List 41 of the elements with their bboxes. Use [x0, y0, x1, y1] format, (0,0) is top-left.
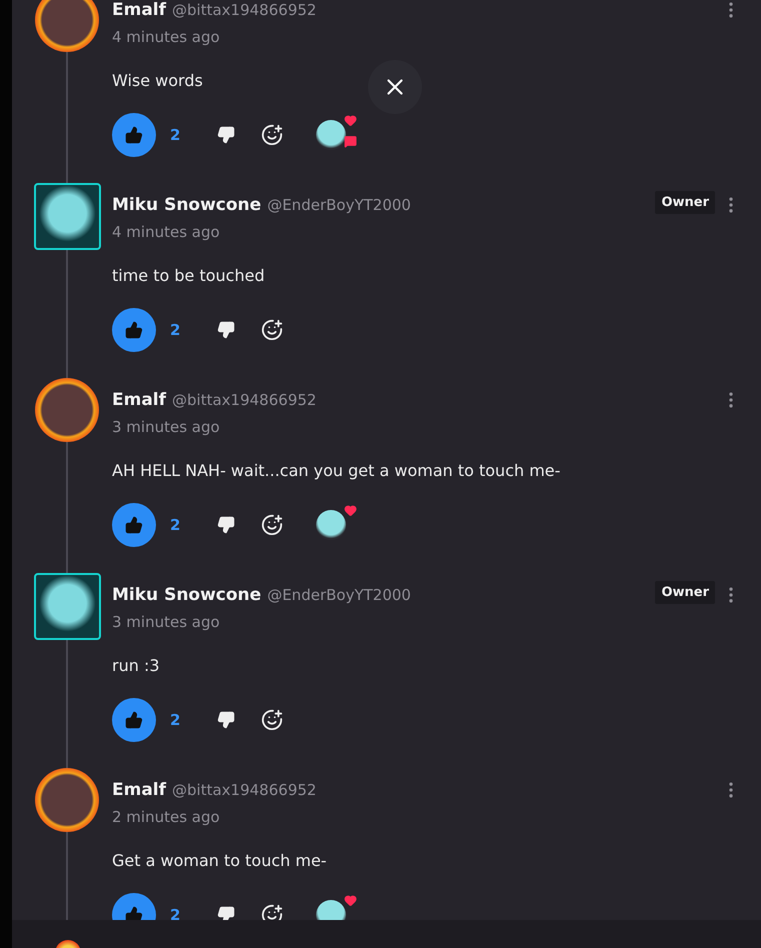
author-handle: @EnderBoyYT2000 [267, 586, 411, 604]
like-button[interactable] [112, 308, 156, 352]
author-name[interactable]: Emalf [112, 780, 166, 800]
like-count: 2 [170, 126, 182, 144]
author-name[interactable]: Emalf [112, 390, 166, 410]
comment-time: 4 minutes ago [112, 222, 221, 242]
heart-icon [344, 114, 357, 127]
author-handle: @bittax194866952 [172, 391, 316, 409]
author-handle: @EnderBoyYT2000 [267, 196, 411, 214]
like-count: 2 [170, 906, 182, 920]
author-name[interactable]: Miku Snowcone [112, 195, 262, 215]
comment-text: AH HELL NAH- wait...can you get a woman to touch me- [112, 460, 560, 482]
comment-time: 3 minutes ago [112, 417, 221, 437]
author-handle: @bittax194866952 [172, 1, 316, 19]
author-handle: @bittax194866952 [172, 781, 316, 799]
comment-text: Get a woman to touch me- [112, 850, 327, 872]
owner-badge: Owner [655, 580, 715, 604]
thumbs-up-icon [125, 711, 143, 729]
like-button[interactable] [112, 698, 156, 742]
author-name[interactable]: Emalf [112, 0, 166, 20]
heart-icon [344, 504, 357, 517]
like-count: 2 [170, 516, 182, 534]
avatar[interactable] [34, 183, 100, 250]
thumbs-up-icon [125, 516, 143, 534]
comment-time: 3 minutes ago [112, 612, 221, 632]
owner-badge: Owner [655, 190, 715, 214]
like-count: 2 [170, 711, 182, 729]
avatar[interactable] [34, 573, 100, 640]
comment-text: time to be touched [112, 265, 265, 287]
heart-icon [344, 894, 357, 907]
comment-text: run :3 [112, 655, 160, 677]
thumbs-up-icon [125, 321, 143, 339]
comment-time: 2 minutes ago [112, 807, 221, 827]
like-button[interactable] [112, 503, 156, 547]
like-button[interactable] [112, 113, 156, 157]
author-name[interactable]: Miku Snowcone [112, 585, 262, 605]
comment-text: Wise words [112, 70, 203, 92]
comment-time: 4 minutes ago [112, 27, 221, 47]
like-count: 2 [170, 321, 182, 339]
thumbs-up-icon [125, 126, 143, 144]
avatar[interactable] [35, 0, 99, 52]
